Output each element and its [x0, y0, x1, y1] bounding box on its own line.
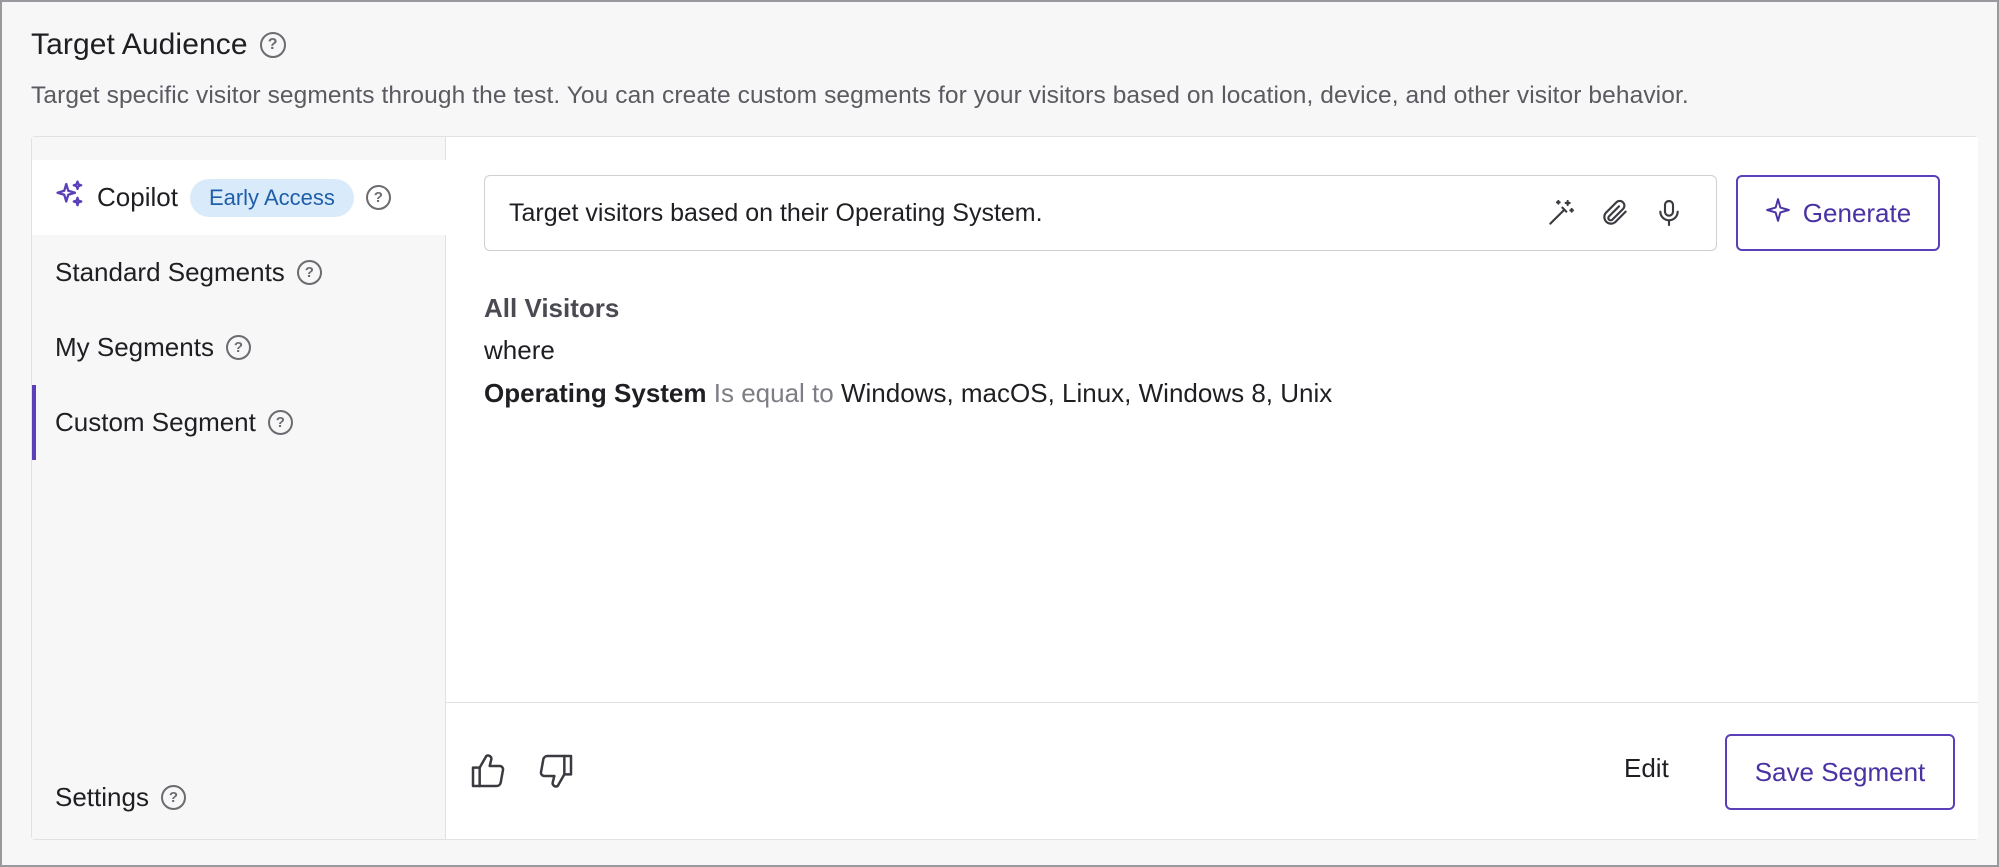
help-icon[interactable]: ?	[296, 260, 322, 285]
help-icon[interactable]: ?	[160, 785, 186, 810]
segment-sidebar: Copilot Early Access ? Standard Segments…	[32, 137, 446, 839]
sidebar-item-label: Settings	[55, 782, 149, 812]
segment-condition: Operating System Is equal to Windows, ma…	[484, 378, 1332, 409]
microphone-icon[interactable]	[1652, 196, 1686, 230]
segment-header: All Visitors	[484, 293, 620, 323]
generate-button[interactable]: Generate	[1736, 175, 1940, 251]
thumbs-down-icon[interactable]	[536, 751, 576, 791]
page-title: Target Audience	[31, 28, 248, 61]
condition-operator: Is equal to	[713, 378, 834, 408]
help-icon[interactable]: ?	[365, 185, 391, 210]
prompt-input[interactable]: Target visitors based on their Operating…	[484, 175, 1717, 251]
segment-connector: where	[484, 335, 555, 365]
sidebar-item-my-segments[interactable]: My Segments ?	[32, 310, 446, 385]
sidebar-item-standard-segments[interactable]: Standard Segments ?	[32, 235, 446, 310]
sidebar-item-label: Standard Segments	[55, 257, 285, 287]
sidebar-item-label: My Segments	[55, 332, 214, 362]
save-segment-button[interactable]: Save Segment	[1725, 734, 1955, 810]
sparkle-icon	[1765, 197, 1791, 230]
early-access-badge: Early Access	[189, 178, 354, 217]
help-icon[interactable]: ?	[267, 410, 293, 435]
prompt-actions	[1544, 196, 1686, 230]
magic-wand-icon[interactable]	[1544, 196, 1578, 230]
section-title: Target Audience ?	[31, 28, 286, 62]
sidebar-item-custom-segment[interactable]: Custom Segment ?	[32, 385, 446, 460]
paperclip-icon[interactable]	[1598, 196, 1632, 230]
sidebar-item-label: Custom Segment	[55, 407, 256, 437]
sidebar-item-copilot[interactable]: Copilot Early Access ?	[32, 160, 446, 235]
target-audience-panel: Target Audience ? Target specific visito…	[0, 0, 1999, 867]
prompt-text[interactable]: Target visitors based on their Operating…	[509, 199, 1544, 228]
help-icon[interactable]: ?	[225, 335, 251, 360]
condition-values: Windows, macOS, Linux, Windows 8, Unix	[840, 378, 1333, 408]
segment-card: Copilot Early Access ? Standard Segments…	[31, 136, 1978, 840]
sidebar-item-settings[interactable]: Settings ?	[32, 760, 446, 835]
sidebar-item-label: Copilot	[97, 182, 178, 212]
help-icon[interactable]: ?	[259, 32, 286, 58]
sparkles-icon	[55, 179, 85, 216]
thumbs-up-icon[interactable]	[468, 751, 508, 791]
generate-label: Generate	[1802, 197, 1912, 228]
condition-field: Operating System	[484, 378, 707, 408]
edit-button[interactable]: Edit	[1624, 753, 1669, 784]
section-description: Target specific visitor segments through…	[31, 82, 1689, 109]
action-footer: Edit Save Segment	[446, 702, 1978, 839]
copilot-main: Target visitors based on their Operating…	[446, 137, 1978, 839]
